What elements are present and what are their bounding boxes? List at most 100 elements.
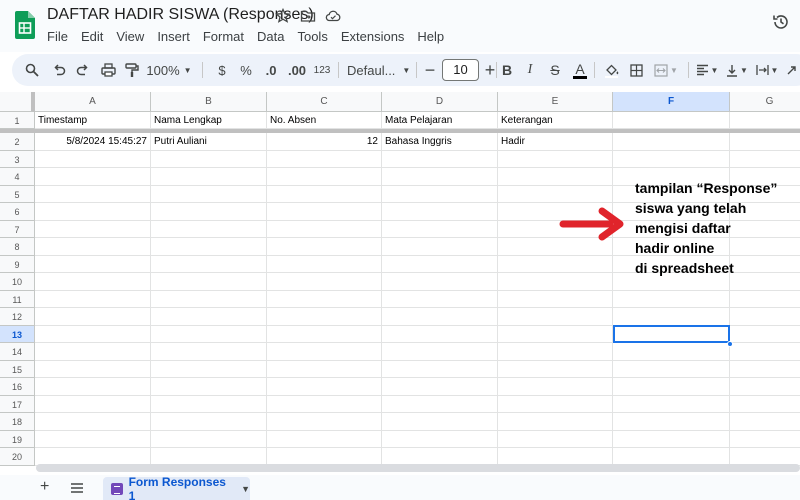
cell-b3[interactable] — [151, 150, 267, 168]
cell-b2[interactable]: Putri Auliani — [151, 133, 267, 151]
cell-d18[interactable] — [382, 413, 498, 431]
cell-c16[interactable] — [267, 378, 382, 396]
cell-d17[interactable] — [382, 395, 498, 413]
cell-a15[interactable] — [35, 360, 151, 378]
cell-g17[interactable] — [730, 396, 800, 413]
cell-a20[interactable] — [35, 448, 151, 466]
cell-d20[interactable] — [382, 448, 498, 466]
cell-e19[interactable] — [498, 430, 613, 448]
column-header-e[interactable]: E — [498, 92, 613, 112]
cell-b20[interactable] — [151, 448, 267, 466]
search-menus-icon[interactable] — [22, 54, 42, 86]
cell-c6[interactable] — [267, 203, 382, 221]
cell-b5[interactable] — [151, 185, 267, 203]
cell-d7[interactable] — [382, 220, 498, 238]
menu-extensions[interactable]: Extensions — [341, 29, 405, 44]
cell-g1[interactable] — [730, 112, 800, 129]
row-header-5[interactable]: 5 — [0, 185, 35, 203]
text-color-icon[interactable]: A — [572, 54, 588, 86]
cell-d19[interactable] — [382, 430, 498, 448]
all-sheets-menu-icon[interactable] — [70, 482, 84, 494]
cell-e12[interactable] — [498, 308, 613, 326]
move-folder-icon[interactable] — [300, 8, 316, 24]
cell-g16[interactable] — [730, 378, 800, 396]
row-header-18[interactable]: 18 — [0, 413, 35, 431]
select-all-corner[interactable] — [0, 92, 35, 112]
cell-d8[interactable] — [382, 238, 498, 256]
cell-c4[interactable] — [267, 168, 382, 186]
cell-e9[interactable] — [498, 255, 613, 273]
cell-b8[interactable] — [151, 238, 267, 256]
cell-c7[interactable] — [267, 220, 382, 238]
text-rotation-icon[interactable] — [784, 54, 800, 86]
cell-b16[interactable] — [151, 378, 267, 396]
cell-c20[interactable] — [267, 448, 382, 466]
cell-c8[interactable] — [267, 238, 382, 256]
cell-b14[interactable] — [151, 343, 267, 361]
cell-a17[interactable] — [35, 395, 151, 413]
cell-f18[interactable] — [613, 413, 730, 431]
cell-a10[interactable] — [35, 273, 151, 291]
cell-a12[interactable] — [35, 308, 151, 326]
cell-b9[interactable] — [151, 255, 267, 273]
cell-a13[interactable] — [35, 325, 151, 343]
menu-tools[interactable]: Tools — [297, 29, 327, 44]
cell-a5[interactable] — [35, 185, 151, 203]
increase-decimal-button[interactable]: .00 — [286, 54, 308, 86]
cell-c15[interactable] — [267, 360, 382, 378]
row-header-17[interactable]: 17 — [0, 395, 35, 413]
cell-b12[interactable] — [151, 308, 267, 326]
sheets-logo-icon[interactable] — [15, 11, 35, 39]
cell-b6[interactable] — [151, 203, 267, 221]
cell-a8[interactable] — [35, 238, 151, 256]
font-select[interactable]: Defaul... ▼ — [347, 54, 410, 86]
redo-icon[interactable] — [73, 54, 93, 86]
row-header-3[interactable]: 3 — [0, 150, 35, 168]
cell-f11[interactable] — [613, 290, 730, 308]
cell-g15[interactable] — [730, 361, 800, 378]
cell-b15[interactable] — [151, 360, 267, 378]
cell-g2[interactable] — [730, 133, 800, 151]
menu-insert[interactable]: Insert — [157, 29, 190, 44]
cell-d2[interactable]: Bahasa Inggris — [382, 133, 498, 151]
add-sheet-button[interactable]: + — [40, 478, 49, 496]
cell-g12[interactable] — [730, 308, 800, 326]
chevron-down-icon[interactable]: ▼ — [241, 484, 250, 494]
column-header-f[interactable]: F — [613, 92, 730, 112]
cell-d11[interactable] — [382, 290, 498, 308]
cell-f19[interactable] — [613, 430, 730, 448]
cell-b1[interactable]: Nama Lengkap — [151, 112, 267, 129]
bold-icon[interactable]: B — [500, 54, 514, 86]
cell-d9[interactable] — [382, 255, 498, 273]
cell-b18[interactable] — [151, 413, 267, 431]
column-header-g[interactable]: G — [730, 92, 800, 112]
cell-e4[interactable] — [498, 168, 613, 186]
cell-b4[interactable] — [151, 168, 267, 186]
cell-e14[interactable] — [498, 343, 613, 361]
cell-c11[interactable] — [267, 290, 382, 308]
currency-format-button[interactable]: $ — [214, 54, 230, 86]
row-header-4[interactable]: 4 — [0, 168, 35, 186]
cell-e5[interactable] — [498, 185, 613, 203]
cell-b11[interactable] — [151, 290, 267, 308]
column-header-b[interactable]: B — [151, 92, 267, 112]
cell-c17[interactable] — [267, 395, 382, 413]
menu-view[interactable]: View — [116, 29, 144, 44]
row-header-1[interactable]: 1 — [0, 112, 35, 129]
text-wrapping-icon[interactable]: ▼ — [754, 54, 780, 86]
menu-edit[interactable]: Edit — [81, 29, 103, 44]
fill-color-icon[interactable] — [602, 54, 620, 86]
cell-e18[interactable] — [498, 413, 613, 431]
cell-g20[interactable] — [730, 448, 800, 466]
cell-b17[interactable] — [151, 395, 267, 413]
cell-c5[interactable] — [267, 185, 382, 203]
cell-c2[interactable]: 12 — [267, 133, 382, 151]
cell-c10[interactable] — [267, 273, 382, 291]
strikethrough-icon[interactable]: S — [548, 54, 562, 86]
sheet-tab-form-responses-1[interactable]: Form Responses 1 ▼ — [103, 475, 250, 500]
cell-d12[interactable] — [382, 308, 498, 326]
cell-a9[interactable] — [35, 255, 151, 273]
cell-c3[interactable] — [267, 150, 382, 168]
cell-b10[interactable] — [151, 273, 267, 291]
paint-format-icon[interactable] — [122, 54, 142, 86]
